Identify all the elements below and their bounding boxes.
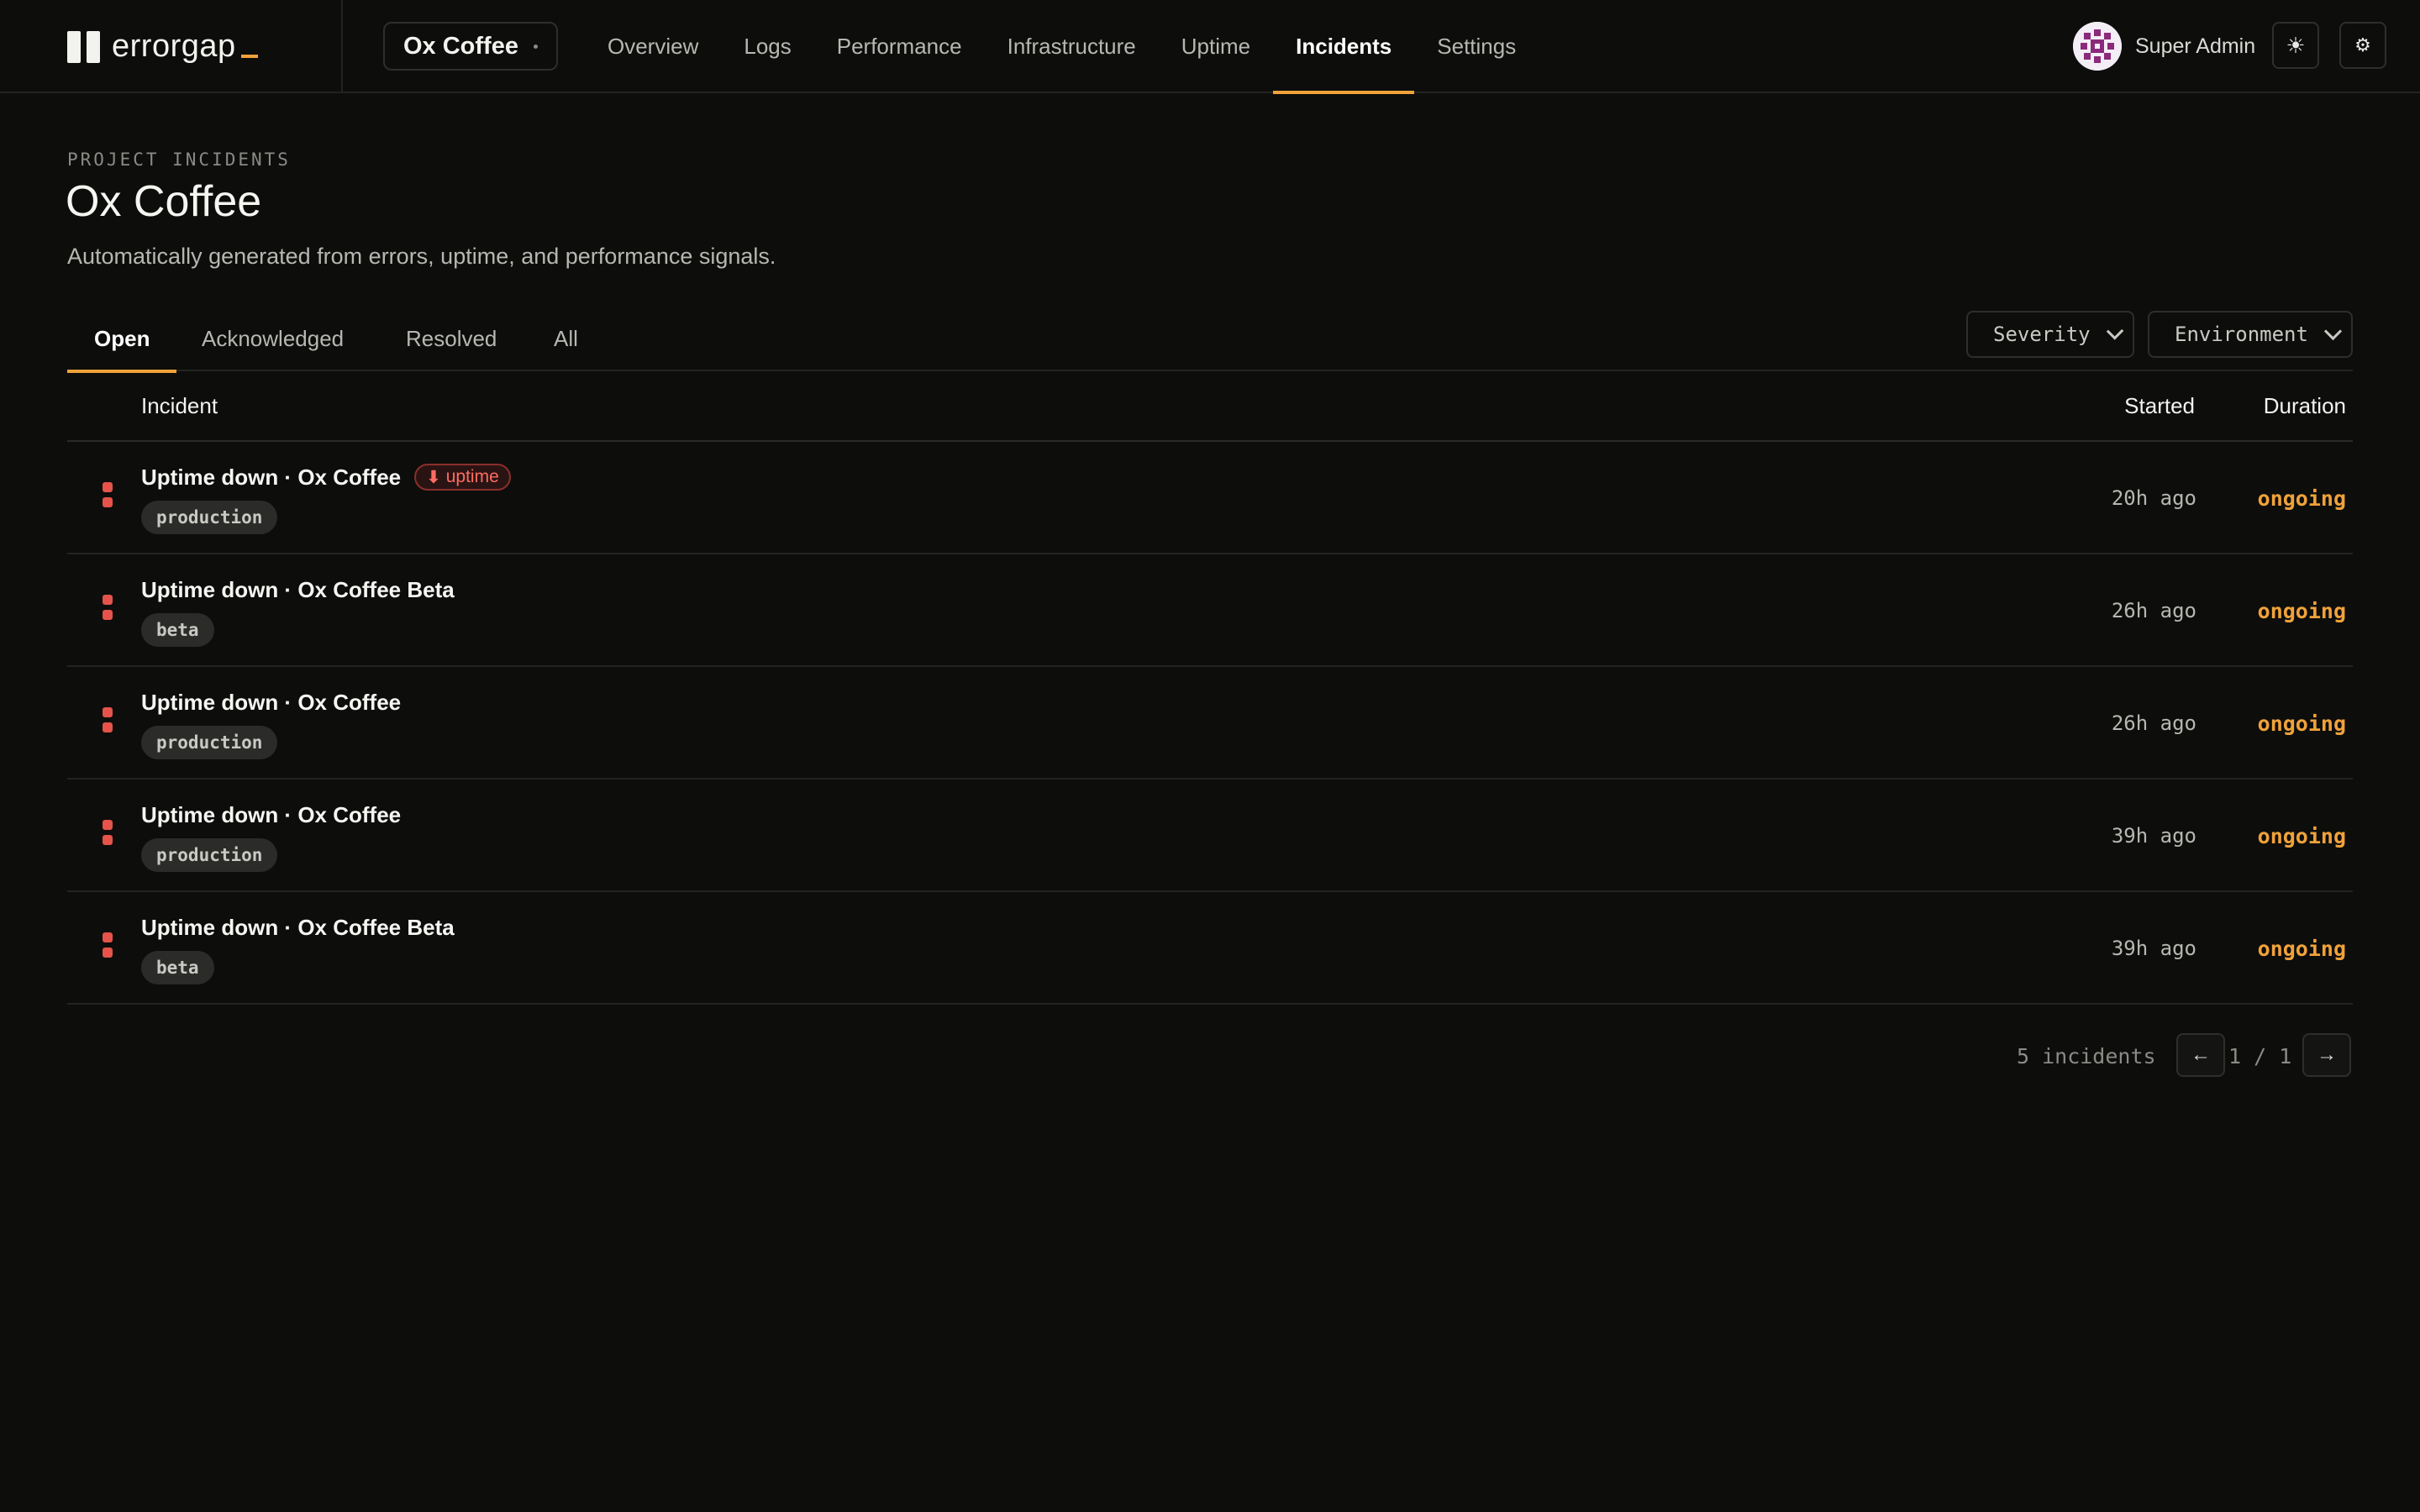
user-menu[interactable]: Super Admin (2073, 22, 2255, 71)
project-selector-label: Ox Coffee (403, 32, 518, 60)
incident-started: 20h ago (2111, 486, 2196, 510)
severity-critical-icon (103, 595, 113, 620)
incident-title: Uptime down · Ox Coffee Beta (141, 576, 455, 602)
arrow-left-icon: ← (2191, 1043, 2211, 1066)
top-bar: errorgap Ox Coffee Overview Logs Perform… (0, 0, 2420, 94)
environment-tag: beta (141, 613, 214, 647)
next-page-button[interactable]: → (2302, 1033, 2351, 1077)
tab-acknowledged[interactable]: Acknowledged (202, 306, 344, 371)
nav-logs[interactable]: Logs (721, 0, 813, 93)
incident-started: 26h ago (2111, 599, 2196, 622)
nav-infrastructure[interactable]: Infrastructure (985, 0, 1159, 93)
table-row[interactable]: Uptime down · Ox Coffee Beta beta 26h ag… (67, 554, 2353, 667)
table-row[interactable]: Uptime down · Ox Coffee ⬇ uptime product… (67, 442, 2353, 554)
severity-filter-label: Severity (1993, 323, 2091, 346)
settings-button[interactable]: ⚙ (2339, 22, 2386, 69)
incident-title: Uptime down · Ox Coffee (141, 464, 402, 490)
column-incident: Incident (141, 392, 218, 418)
chevron-down-icon (2106, 322, 2124, 340)
severity-critical-icon (103, 932, 113, 958)
total-pages: 1 (2279, 1043, 2292, 1068)
incident-title: Uptime down · Ox Coffee (141, 801, 402, 827)
environment-filter-label: Environment (2175, 323, 2308, 346)
divider (341, 0, 343, 93)
nav-incidents[interactable]: Incidents (1273, 0, 1415, 94)
arrow-down-icon: ⬇ (426, 467, 441, 487)
arrow-right-icon: → (2317, 1043, 2337, 1066)
incident-title-wrap: Uptime down · Ox Coffee Beta (141, 912, 455, 942)
incident-kind-badge: ⬇ uptime (414, 464, 511, 491)
main-nav: Overview Logs Performance Infrastructure… (585, 0, 1539, 94)
brand-cursor (240, 54, 258, 58)
incident-started: 39h ago (2111, 824, 2196, 848)
environment-tag: production (141, 726, 278, 759)
page-title: Ox Coffee (66, 177, 262, 226)
incident-title-wrap: Uptime down · Ox Coffee (141, 687, 401, 717)
gear-icon: ⚙ (2354, 34, 2371, 55)
dot-icon (533, 44, 538, 49)
project-selector[interactable]: Ox Coffee (383, 22, 558, 71)
tab-open[interactable]: Open (67, 306, 177, 373)
severity-critical-icon (103, 707, 113, 732)
incident-title-wrap: Uptime down · Ox Coffee ⬇ uptime (141, 462, 511, 492)
chevron-down-icon (2323, 322, 2343, 340)
nav-performance[interactable]: Performance (814, 0, 985, 93)
incident-title-wrap: Uptime down · Ox Coffee Beta (141, 575, 455, 605)
environment-tag: production (141, 501, 278, 534)
table-header: Incident Started Duration (67, 371, 2353, 442)
incident-title-wrap: Uptime down · Ox Coffee (141, 800, 401, 830)
theme-toggle-button[interactable]: ☀ (2272, 22, 2319, 69)
sun-icon: ☀ (2286, 32, 2306, 58)
page-indicator: 1 / 1 (2228, 1037, 2291, 1075)
incident-duration: ongoing (2257, 486, 2346, 511)
incident-duration: ongoing (2257, 936, 2346, 961)
column-duration: Duration (2263, 392, 2346, 418)
current-page: 1 (2228, 1043, 2242, 1068)
brand[interactable]: errorgap (67, 0, 258, 93)
page-separator: / (2241, 1043, 2280, 1068)
page-description: Automatically generated from errors, upt… (67, 244, 776, 269)
page-eyebrow: PROJECT INCIDENTS (67, 150, 291, 170)
incident-duration: ongoing (2257, 823, 2346, 848)
incidents-page: errorgap Ox Coffee Overview Logs Perform… (0, 0, 2420, 1512)
incident-count: 5 incidents (2017, 1043, 2156, 1068)
incident-duration: ongoing (2257, 598, 2346, 623)
tab-resolved[interactable]: Resolved (406, 306, 497, 371)
environment-tag: beta (141, 951, 214, 984)
errorgap-logo-icon (67, 30, 100, 63)
incident-started: 26h ago (2111, 711, 2196, 735)
avatar (2073, 22, 2122, 71)
environment-filter[interactable]: Environment (2148, 311, 2353, 358)
identicon-avatar (2073, 22, 2122, 71)
user-name: Super Admin (2135, 34, 2256, 58)
table-row[interactable]: Uptime down · Ox Coffee Beta beta 39h ag… (67, 892, 2353, 1005)
incident-kind-label: uptime (445, 467, 499, 486)
column-started: Started (2124, 392, 2195, 418)
incident-title: Uptime down · Ox Coffee (141, 689, 402, 715)
brand-name: errorgap (112, 29, 236, 64)
environment-tag: production (141, 838, 278, 872)
tab-all[interactable]: All (554, 306, 578, 371)
table-row[interactable]: Uptime down · Ox Coffee production 39h a… (67, 780, 2353, 892)
incident-duration: ongoing (2257, 711, 2346, 736)
prev-page-button[interactable]: ← (2176, 1033, 2225, 1077)
nav-uptime[interactable]: Uptime (1159, 0, 1273, 93)
severity-critical-icon (103, 820, 113, 845)
incident-title: Uptime down · Ox Coffee Beta (141, 914, 455, 940)
incident-started: 39h ago (2111, 937, 2196, 960)
severity-critical-icon (103, 482, 113, 507)
table-row[interactable]: Uptime down · Ox Coffee production 26h a… (67, 667, 2353, 780)
nav-settings[interactable]: Settings (1414, 0, 1539, 93)
severity-filter[interactable]: Severity (1966, 311, 2134, 358)
nav-overview[interactable]: Overview (585, 0, 721, 93)
